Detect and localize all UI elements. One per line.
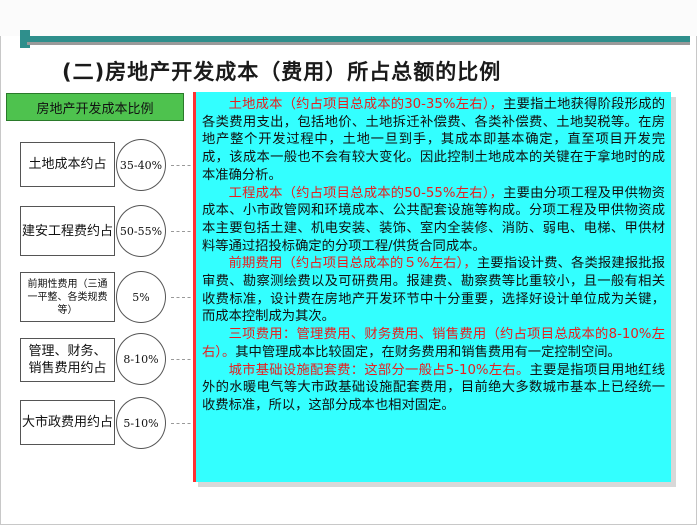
category-pct-oval: 35-40% xyxy=(116,139,166,191)
category-box-three-expenses: 管理、财务、销售费用约占 xyxy=(20,338,115,382)
paragraph-construction: 工程成本（约占项目总成本的50-55%左右），主要由分项工程及甲供物资成本、小市… xyxy=(202,185,665,256)
paragraph-lead: 城市基础设施配套费：这部分一般占5-10%左右。 xyxy=(228,362,530,378)
description-panel: 土地成本（约占项目总成本的30-35%左右），主要指土地获得阶段形成的各类费用支… xyxy=(193,92,671,482)
category-pct-oval: 50-55% xyxy=(116,205,166,257)
left-header: 房地产开发成本比例 xyxy=(6,93,184,121)
category-box-construction: 建安工程费约占 xyxy=(20,206,115,256)
panel-shadow xyxy=(198,482,676,487)
paragraph-municipal: 城市基础设施配套费：这部分一般占5-10%左右。主要是指项目用地红线外的水暖电气… xyxy=(202,362,665,415)
paragraph-lead: 工程成本（约占项目总成本的50-55%左右）， xyxy=(228,185,504,201)
category-pct: 5% xyxy=(132,290,150,304)
category-box-land: 土地成本约占 xyxy=(20,142,115,187)
panel-shadow xyxy=(671,97,676,486)
paragraph-land: 土地成本（约占项目总成本的30-35%左右），主要指土地获得阶段形成的各类费用支… xyxy=(202,96,665,185)
category-box-preliminary: 前期性费用（三通一平整、各类规费等） xyxy=(20,272,115,322)
header-stripe-shadow xyxy=(27,42,690,45)
category-pct: 35-40% xyxy=(119,158,163,172)
category-pct-oval: 5-10% xyxy=(116,397,166,449)
category-label: 管理、财务、销售费用约占 xyxy=(28,344,107,376)
paragraph-body: 其中管理成本比较固定，在财务费用和销售费用有一定控制空间。 xyxy=(235,344,621,360)
category-pct: 50-55% xyxy=(119,224,163,238)
category-pct: 5-10% xyxy=(123,416,159,430)
paragraph-lead: 前期费用（约占项目总成本的５%左右）， xyxy=(228,256,477,272)
category-label: 前期性费用（三通一平整、各类规费等） xyxy=(27,278,108,316)
slide-title: (二)房地产开发成本（费用）所占总额的比例 xyxy=(62,60,502,84)
top-bar xyxy=(0,0,697,36)
paragraph-three-expenses: 三项费用：管理费用、财务费用、销售费用（约占项目总成本的8-10%左右）。其中管… xyxy=(202,326,665,361)
category-label: 土地成本约占 xyxy=(28,157,107,172)
category-pct-oval: 5% xyxy=(116,271,166,323)
category-pct: 8-10% xyxy=(123,352,159,366)
paragraph-lead: 土地成本（约占项目总成本的30-35%左右）， xyxy=(228,97,504,112)
category-label: 大市政费用约占 xyxy=(21,415,113,430)
paragraph-preliminary: 前期费用（约占项目总成本的５%左右），主要指设计费、各类报建报批报审费、勘察测绘… xyxy=(202,255,665,326)
category-box-municipal: 大市政费用约占 xyxy=(20,400,115,445)
category-pct-oval: 8-10% xyxy=(116,333,166,385)
category-label: 建安工程费约占 xyxy=(21,223,113,239)
